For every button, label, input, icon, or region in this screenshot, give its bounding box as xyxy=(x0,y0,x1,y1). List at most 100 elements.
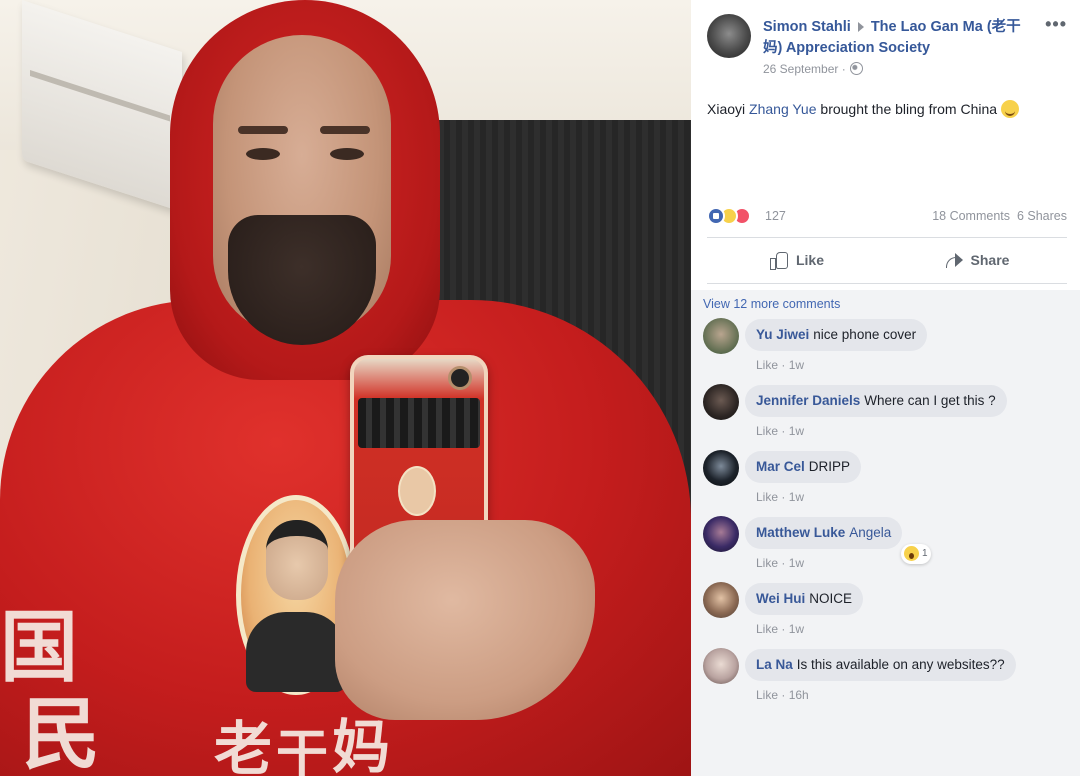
meta-separator: · xyxy=(778,358,789,372)
comments-section: View 12 more comments Yu Jiwei nice phone… xyxy=(691,290,1080,776)
meta-separator: · xyxy=(778,622,789,636)
comment-item: La Na Is this available on any websites??… xyxy=(703,648,1073,708)
like-reaction-icon xyxy=(707,207,725,225)
like-button[interactable]: Like xyxy=(707,238,887,282)
comment-text: DRIPP xyxy=(808,459,851,474)
comment-bubble: La Na Is this available on any websites?? xyxy=(745,649,1016,681)
comment-item: Yu Jiwei nice phone cover Like · 1w xyxy=(703,318,1073,378)
view-more-comments-link[interactable]: View 12 more comments xyxy=(703,297,840,311)
commenter-name-link[interactable]: Jennifer Daniels xyxy=(756,393,860,408)
commenter-name-link[interactable]: Mar Cel xyxy=(756,459,805,474)
hoodie-glyph-2: 民 xyxy=(22,689,101,776)
comment-bubble: Yu Jiwei nice phone cover xyxy=(745,319,928,351)
comment-meta: Like · 1w xyxy=(756,358,804,372)
comment-like-link[interactable]: Like xyxy=(756,490,778,504)
commenter-avatar[interactable] xyxy=(703,516,739,552)
comment-bubble: Mar Cel DRIPP xyxy=(745,451,862,483)
comment-item: Matthew Luke Angela 1 Like · 1w xyxy=(703,516,1073,576)
meta-separator: · xyxy=(778,688,789,702)
left-eyebrow xyxy=(238,126,288,134)
comment-meta: Like · 1w xyxy=(756,622,804,636)
commenter-name-link[interactable]: La Na xyxy=(756,657,793,672)
globe-icon xyxy=(849,62,863,75)
author-name-link[interactable]: Simon Stahli xyxy=(763,19,851,35)
hoodie-glyph-5: 妈 xyxy=(332,713,391,776)
more-options-icon[interactable]: ••• xyxy=(1045,14,1067,35)
meta-separator: · xyxy=(778,556,789,570)
phone-case-band xyxy=(358,398,480,448)
comment-time[interactable]: 1w xyxy=(789,622,804,636)
meta-separator: · xyxy=(778,490,789,504)
comment-item: Jennifer Daniels Where can I get this ? L… xyxy=(703,384,1073,444)
commenter-avatar[interactable] xyxy=(703,318,739,354)
hoodie-glyph-3: 老 xyxy=(214,715,273,776)
comment-like-link[interactable]: Like xyxy=(756,688,778,702)
comment-bubble: Matthew Luke Angela xyxy=(745,517,903,549)
comment-reaction-count: 1 xyxy=(922,548,928,559)
comment-like-link[interactable]: Like xyxy=(756,622,778,636)
share-button-label: Share xyxy=(970,252,1010,268)
comment-time[interactable]: 1w xyxy=(789,556,804,570)
commenter-avatar[interactable] xyxy=(703,582,739,618)
post-message: Xiaoyi Zhang Yue brought the bling from … xyxy=(707,98,1067,120)
thumbs-up-icon xyxy=(769,251,788,270)
share-button[interactable]: Share xyxy=(887,238,1067,282)
phone-camera xyxy=(448,366,472,390)
share-arrow-icon xyxy=(945,252,963,268)
commenter-name-link[interactable]: Matthew Luke xyxy=(756,525,845,540)
comment-text[interactable]: Angela xyxy=(849,525,891,540)
portrait-coat xyxy=(246,612,346,692)
comment-meta: Like · 1w xyxy=(756,424,804,438)
mention-link[interactable]: Zhang Yue xyxy=(749,101,816,117)
post-text-end: brought the bling from China xyxy=(816,101,998,117)
comments-count-link[interactable]: 18 Comments xyxy=(932,209,1010,223)
comment-time[interactable]: 1w xyxy=(789,358,804,372)
commenter-avatar[interactable] xyxy=(703,384,739,420)
comment-time[interactable]: 16h xyxy=(789,688,809,702)
post-panel: Simon Stahli The Lao Gan Ma (老干妈) Appreci… xyxy=(691,0,1080,776)
comment-text: NOICE xyxy=(809,591,853,606)
post-photo[interactable]: 国 民 老 干 妈 xyxy=(0,0,691,776)
post-text-start: Xiaoyi xyxy=(707,101,750,117)
hoodie-glyph-4: 干 xyxy=(276,724,329,776)
phone-case-portrait xyxy=(398,466,436,516)
comment-item: Mar Cel DRIPP Like · 1w xyxy=(703,450,1073,510)
portrait-head xyxy=(266,520,328,600)
comment-like-link[interactable]: Like xyxy=(756,556,778,570)
post-actions: Like Share xyxy=(707,238,1067,282)
commenter-name-link[interactable]: Wei Hui xyxy=(756,591,805,606)
comment-reaction-badge[interactable]: 1 xyxy=(901,544,931,564)
post-timestamp[interactable]: 26 September · xyxy=(763,62,863,76)
smiley-emoji-icon xyxy=(1001,100,1020,118)
comment-text: Where can I get this ? xyxy=(864,393,996,408)
right-eyebrow xyxy=(320,126,370,134)
reactions-summary[interactable]: 127 18 Comments 6 Shares xyxy=(707,204,1067,228)
comment-text: Is this available on any websites?? xyxy=(796,657,1005,672)
post-date-text[interactable]: 26 September xyxy=(763,62,838,76)
comment-meta: Like · 1w xyxy=(756,490,804,504)
meta-separator: · xyxy=(778,424,789,438)
comment-like-link[interactable]: Like xyxy=(756,358,778,372)
reaction-count[interactable]: 127 xyxy=(765,209,786,223)
like-button-label: Like xyxy=(795,252,824,268)
comment-meta: Like · 1w xyxy=(756,556,804,570)
wow-reaction-icon xyxy=(904,546,919,561)
comment-like-link[interactable]: Like xyxy=(756,424,778,438)
comments-shares-counts: 18 Comments 6 Shares xyxy=(932,209,1067,223)
comment-bubble: Jennifer Daniels Where can I get this ? xyxy=(745,385,1007,417)
comment-bubble: Wei Hui NOICE xyxy=(745,583,864,615)
commenter-avatar[interactable] xyxy=(703,648,739,684)
right-eye xyxy=(330,148,364,160)
author-avatar[interactable] xyxy=(707,14,751,58)
divider-bottom xyxy=(707,283,1067,284)
left-eye xyxy=(246,148,280,160)
comment-text: nice phone cover xyxy=(813,327,917,342)
comment-meta: Like · 16h xyxy=(756,688,809,702)
shares-count-link[interactable]: 6 Shares xyxy=(1017,209,1067,223)
triangle-right-icon xyxy=(857,21,864,32)
commenter-avatar[interactable] xyxy=(703,450,739,486)
comment-item: Wei Hui NOICE Like · 1w xyxy=(703,582,1073,642)
commenter-name-link[interactable]: Yu Jiwei xyxy=(756,327,809,342)
comment-time[interactable]: 1w xyxy=(789,490,804,504)
comment-time[interactable]: 1w xyxy=(789,424,804,438)
